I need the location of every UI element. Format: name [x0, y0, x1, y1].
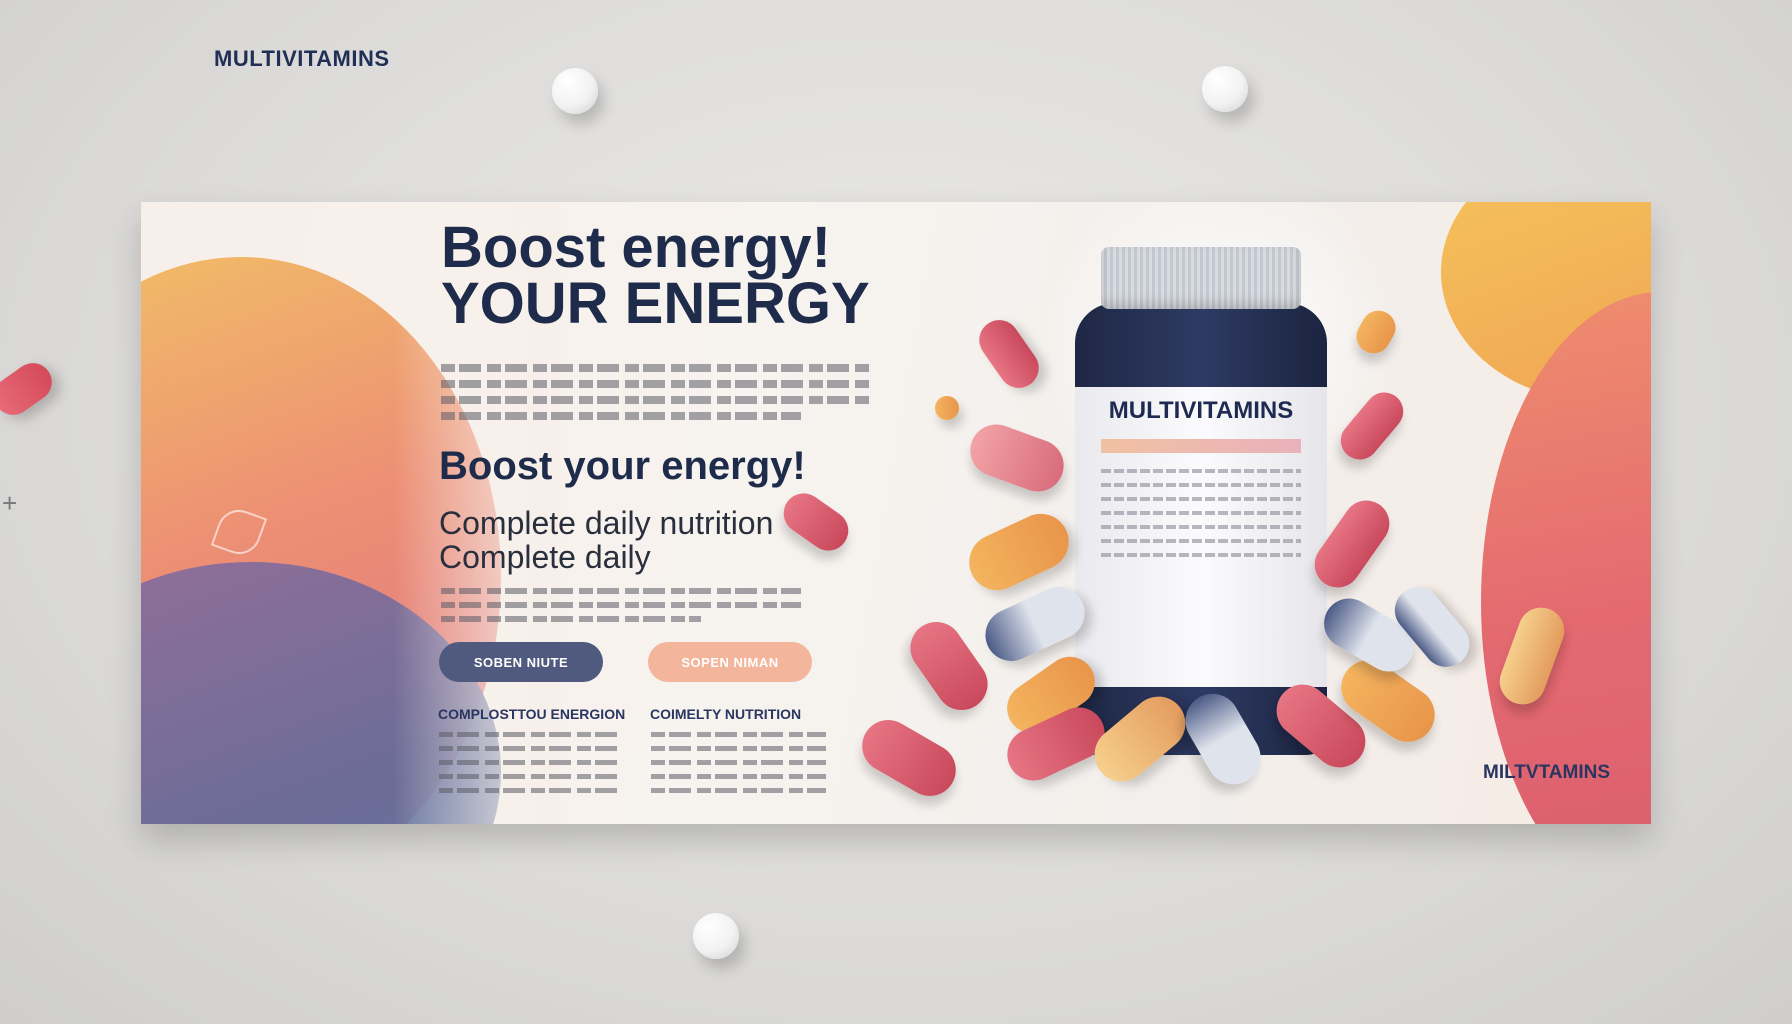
bottle-label-text	[1101, 469, 1301, 473]
primary-button[interactable]: SOBEN NIUTE	[439, 642, 603, 682]
vitamin-bottle: MULTIVITAMINS	[1075, 247, 1327, 757]
secondary-button[interactable]: SOPEN NIMAN	[648, 642, 812, 682]
column-heading-energy: COMPLOSTTOU ENERGION	[438, 706, 626, 722]
capsule	[960, 504, 1078, 600]
bottle-label-text	[1101, 525, 1301, 529]
filler-text-line	[441, 396, 871, 404]
headline: Boost energy! YOUR ENERGY	[441, 219, 870, 333]
filler-text-line	[651, 788, 826, 793]
filler-text-line	[441, 364, 871, 372]
top-brand-logo: MULTIVITAMINS	[214, 46, 390, 71]
filler-text-line	[651, 732, 826, 737]
bottle-label-band	[1101, 439, 1301, 453]
vitamin-ball	[935, 396, 959, 420]
headline-line-2: YOUR ENERGY	[441, 271, 870, 336]
decorative-plus-icon: +	[2, 488, 18, 518]
bottle-label-title: MULTIVITAMINS	[1108, 397, 1294, 424]
tagline-line-1: Complete daily nutrition	[439, 505, 774, 541]
filler-text-line	[439, 788, 619, 793]
bottle-cap	[1101, 247, 1301, 309]
filler-text-line	[441, 602, 801, 608]
capsule	[900, 611, 998, 721]
bottom-brand-logo: MILTVTAMINS	[1483, 762, 1610, 783]
tagline: Complete daily nutrition Complete daily	[439, 506, 773, 574]
promo-banner: Boost energy! YOUR ENERGY Boost your ene…	[141, 202, 1651, 824]
bottle-label-text	[1101, 483, 1301, 487]
filler-text-line	[441, 412, 801, 420]
filler-text-line	[439, 774, 619, 779]
decorative-pill-dot	[1202, 66, 1248, 112]
bottle-label	[1075, 387, 1327, 687]
bottle-label-text	[1101, 511, 1301, 515]
filler-text-line	[441, 380, 871, 388]
filler-text-line	[439, 760, 619, 765]
capsule	[852, 710, 966, 806]
bottle-label-text	[1101, 553, 1301, 557]
capsule	[775, 485, 857, 559]
subheadline: Boost your energy!	[439, 444, 806, 488]
capsule	[963, 417, 1071, 499]
bottle-label-text	[1101, 497, 1301, 501]
filler-text-line	[439, 732, 619, 737]
decorative-pill-dot	[693, 913, 739, 959]
filler-text-line	[441, 588, 801, 594]
filler-text-line	[651, 746, 826, 751]
tagline-line-2: Complete daily	[439, 539, 651, 575]
decorative-pill-dot	[552, 68, 598, 114]
filler-text-line	[439, 746, 619, 751]
filler-text-line	[651, 760, 826, 765]
filler-text-line	[441, 616, 701, 622]
filler-text-line	[651, 774, 826, 779]
decorative-capsule	[0, 355, 60, 423]
capsule	[971, 312, 1047, 396]
column-heading-nutrition: COIMELTY NUTRITION	[650, 706, 802, 722]
bottle-label-text	[1101, 539, 1301, 543]
